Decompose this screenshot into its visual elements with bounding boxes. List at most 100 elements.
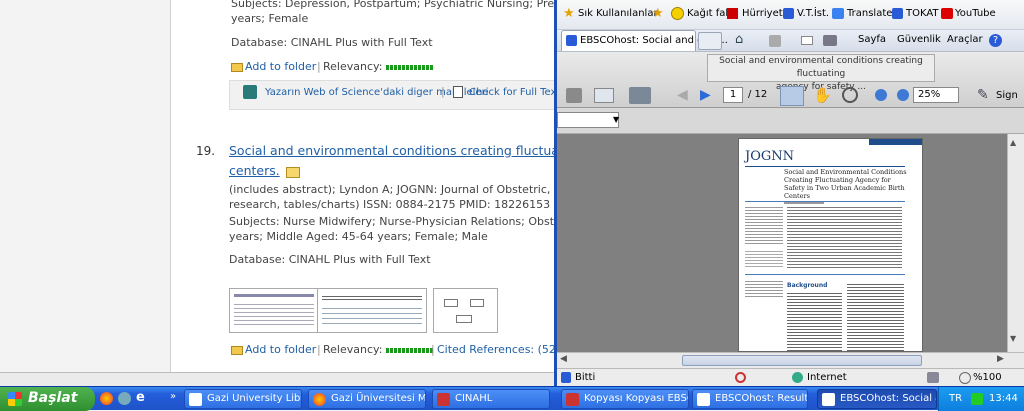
home-icon[interactable]: ⌂ <box>735 33 748 46</box>
task-ebsco-social[interactable]: EBSCOhost: Social an... <box>817 389 937 409</box>
start-label: Başlat <box>28 390 78 406</box>
result18-add-folder[interactable]: Add to folder <box>231 60 316 73</box>
cited-references-link[interactable]: Cited References: (52) <box>437 343 555 356</box>
network-icon[interactable] <box>971 393 983 405</box>
zoom-field[interactable]: 25% <box>913 87 959 103</box>
zone-text: Internet <box>807 372 847 383</box>
chevron-down-icon[interactable]: ▼ <box>613 115 619 124</box>
task-cinahl[interactable]: CINAHL <box>432 389 550 409</box>
ie-icon[interactable]: e <box>136 391 150 405</box>
fav-sik-kullanilanlar[interactable]: Sık Kullanılanlar <box>578 8 658 19</box>
browser-window: ★ Sık Kullanılanlar ★ Kağıt fali Hürriye… <box>557 0 1024 386</box>
quicklaunch-more-icon[interactable]: » <box>170 391 176 402</box>
add-favorite-icon[interactable]: ★ <box>652 7 664 20</box>
pdf-title-box: Social and environmental conditions crea… <box>707 54 935 92</box>
result18-relevancy: Relevancy: <box>323 60 434 73</box>
result19-add-folder[interactable]: Add to folder <box>231 343 316 356</box>
zoom-level[interactable]: %100 <box>973 372 1002 383</box>
menu-araclar[interactable]: Araçlar <box>947 34 983 45</box>
previous-page-icon[interactable]: ◀ <box>677 88 688 102</box>
ie-page-icon <box>783 8 794 19</box>
fav-vt-ist[interactable]: V.T.İst. <box>797 8 829 19</box>
marquee-zoom-icon[interactable] <box>842 87 858 103</box>
zoom-out-icon[interactable] <box>875 89 887 101</box>
separator: | <box>317 60 321 73</box>
check-full-text-link[interactable]: Check for Full Text <box>453 85 555 98</box>
task-label: EBSCOhost: Result Li... <box>715 393 808 404</box>
menu-sayfa[interactable]: Sayfa <box>858 34 886 45</box>
protected-mode-icon[interactable] <box>927 372 939 383</box>
pdf-vertical-scrollbar[interactable]: ▲ ▼ <box>1007 134 1024 352</box>
pdf-horizontal-scrollbar[interactable]: ◀ ▶ <box>557 352 1024 368</box>
zoom-in-icon[interactable] <box>897 89 909 101</box>
result19-years: years; Middle Aged: 45-64 years; Female;… <box>229 230 488 243</box>
relevancy-bar <box>385 64 434 70</box>
relevancy-label: Relevancy: <box>323 343 383 356</box>
page-total: / 12 <box>748 89 768 100</box>
help-icon[interactable]: ? <box>989 34 1002 47</box>
share-icon[interactable] <box>629 87 651 104</box>
check-full-text-label: Check for Full Text <box>469 87 555 98</box>
find-dropdown[interactable] <box>557 112 619 128</box>
ie-page-icon <box>561 372 571 383</box>
result19-title[interactable]: Social and environmental conditions crea… <box>229 143 555 158</box>
fav-kagit-fali[interactable]: Kağıt fali <box>687 8 731 19</box>
status-text: Bitti <box>575 372 596 383</box>
menu-guvenlik[interactable]: Güvenlik <box>897 34 941 45</box>
task-gazi-library[interactable]: Gazi University Librar... <box>184 389 302 409</box>
select-cursor-icon[interactable] <box>780 86 804 106</box>
results-content: Subjects: Depression, Postpartum; Psychi… <box>170 0 555 372</box>
task-gazi-universitesi[interactable]: Gazi Üniversitesi Mer... <box>308 389 426 409</box>
fav-hurriyet[interactable]: Hürriyet <box>742 8 783 19</box>
print-icon[interactable] <box>823 35 837 46</box>
start-button[interactable]: Başlat <box>0 387 95 411</box>
result19-title-cont: centers. <box>229 163 280 178</box>
email-pdf-icon[interactable] <box>594 88 614 103</box>
language-indicator[interactable]: TR <box>949 393 962 404</box>
pdf-page: JOGNN Social and Environmental Condition… <box>738 138 923 352</box>
zoom-status-icon[interactable] <box>959 372 971 384</box>
mail-icon[interactable] <box>801 36 813 45</box>
feeds-icon[interactable] <box>769 35 781 47</box>
favorites-bar: ★ Sık Kullanılanlar ★ Kağıt fali Hürriye… <box>557 0 1024 30</box>
result19-title-line2[interactable]: centers. <box>229 163 301 178</box>
document-icon <box>453 86 463 98</box>
thumbnail-1[interactable] <box>229 288 319 333</box>
hurriyet-icon <box>727 8 738 19</box>
journal-name: JOGNN <box>745 149 795 164</box>
translate-icon <box>832 8 844 19</box>
result18-database: Database: CINAHL Plus with Full Text <box>231 36 433 49</box>
sign-button[interactable]: Sign <box>996 90 1018 101</box>
scroll-thumb[interactable] <box>682 355 922 366</box>
folder-icon <box>231 62 243 72</box>
wos-link[interactable]: Yazarın Web of Science'daki diger makale… <box>243 85 488 99</box>
result19-subjects: Subjects: Nurse Midwifery; Nurse-Physici… <box>229 215 555 228</box>
next-page-icon[interactable]: ▶ <box>700 88 711 102</box>
separator: | <box>441 85 445 98</box>
clock[interactable]: 13:44 <box>989 393 1018 404</box>
fav-translate[interactable]: Translate <box>847 8 892 19</box>
chrome-icon[interactable] <box>100 392 113 405</box>
sign-pen-icon[interactable]: ✎ <box>977 88 993 103</box>
quicklaunch-icon[interactable] <box>118 392 131 405</box>
save-icon[interactable] <box>566 88 582 103</box>
task-kopyasi-ebsco[interactable]: Kopyası Kopyası EBSCO <box>561 389 689 409</box>
fav-youtube[interactable]: YouTube <box>955 8 996 19</box>
popup-blocker-icon[interactable] <box>735 372 746 383</box>
preview-icon[interactable] <box>286 166 301 178</box>
task-label: CINAHL <box>455 393 493 404</box>
youtube-icon <box>941 8 953 19</box>
thumbnail-3[interactable] <box>433 288 498 333</box>
fav-tokat[interactable]: TOKAT <box>906 8 939 19</box>
result18-years: years; Female <box>231 12 309 25</box>
page-number-field[interactable]: 1 <box>723 87 743 103</box>
journal-banner <box>869 139 922 145</box>
command-bar: EBSCOhost: Social and envi... ⌂ Sayfa Gü… <box>557 30 1024 52</box>
task-ebsco-result[interactable]: EBSCOhost: Result Li... <box>692 389 808 409</box>
left-horizontal-scrollbar[interactable] <box>0 372 555 386</box>
browser-tab[interactable]: EBSCOhost: Social and envi... <box>561 30 728 51</box>
thumbnail-2[interactable] <box>317 288 427 333</box>
hand-tool-icon[interactable]: ✋ <box>813 88 832 103</box>
new-tab[interactable] <box>698 32 722 50</box>
pdf-secondary-toolbar: ▼ <box>557 108 1024 134</box>
